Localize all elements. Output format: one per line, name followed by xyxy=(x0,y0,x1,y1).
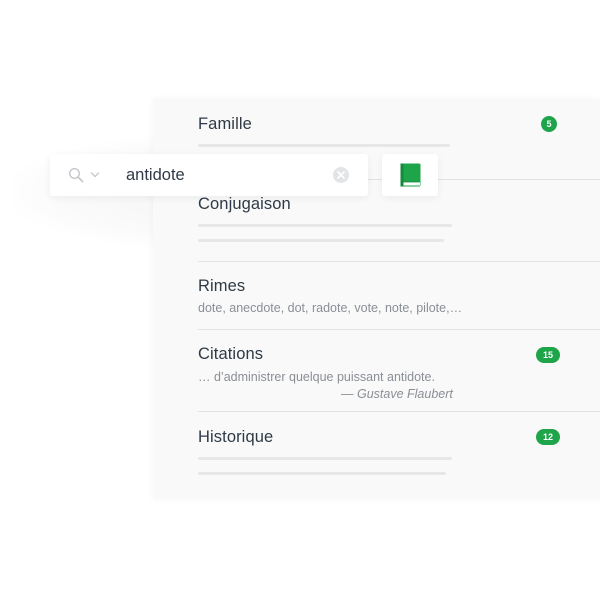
famille-count-badge: 5 xyxy=(541,116,557,132)
section-citations[interactable]: Citations 15 … d’administrer quelque pui… xyxy=(153,329,600,412)
placeholder-line xyxy=(198,457,452,460)
book-icon xyxy=(400,163,421,187)
citation-quote: … d’administrer quelque puissant antidot… xyxy=(198,370,435,384)
section-title-citations: Citations xyxy=(198,345,264,363)
citation-author: — Gustave Flaubert xyxy=(341,387,453,401)
clear-icon[interactable] xyxy=(332,166,350,184)
section-historique[interactable]: Historique 12 xyxy=(153,411,600,499)
placeholder-line xyxy=(198,224,452,227)
placeholder-line xyxy=(198,472,446,475)
search-input[interactable] xyxy=(126,166,326,185)
section-title-historique: Historique xyxy=(198,428,274,446)
section-title-conjugaison: Conjugaison xyxy=(198,195,291,213)
section-rimes[interactable]: Rimes dote, anecdote, dot, radote, vote,… xyxy=(153,261,600,330)
historique-count-badge: 12 xyxy=(536,429,560,445)
section-title-famille: Famille xyxy=(198,115,252,133)
search-icon[interactable] xyxy=(68,167,84,183)
dictionary-button[interactable] xyxy=(382,154,438,196)
antidote-ui: Famille 5 Conjugaison Rimes dote, anecdo… xyxy=(0,0,600,600)
section-title-rimes: Rimes xyxy=(198,277,246,295)
search-bar[interactable] xyxy=(50,154,368,196)
chevron-down-icon[interactable] xyxy=(90,170,100,180)
rimes-preview: dote, anecdote, dot, radote, vote, note,… xyxy=(198,301,463,315)
placeholder-line xyxy=(198,144,450,147)
placeholder-line xyxy=(198,239,444,242)
citations-count-badge: 15 xyxy=(536,347,560,363)
